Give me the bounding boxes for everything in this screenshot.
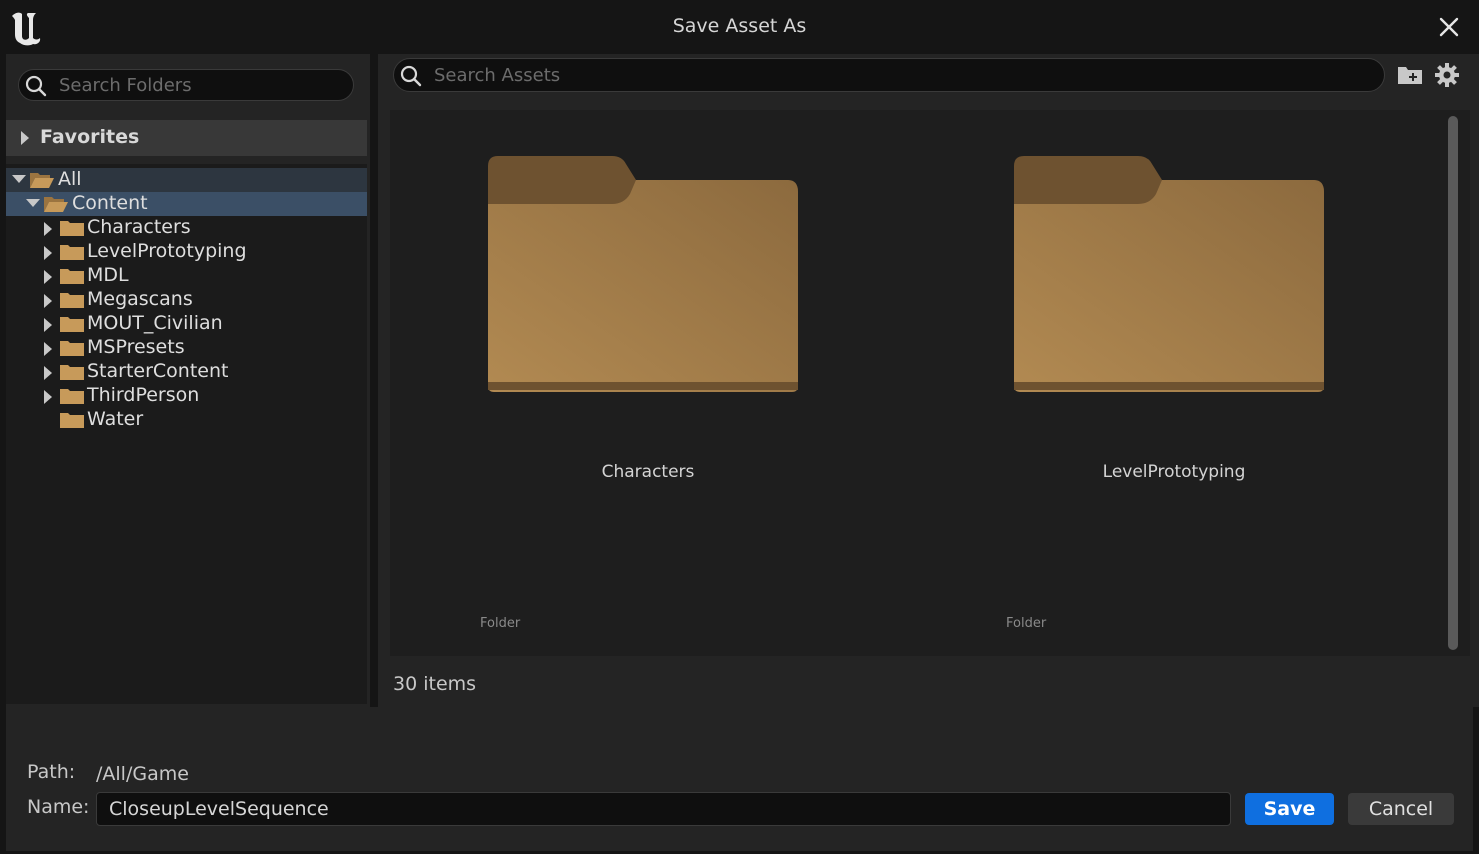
folder-icon xyxy=(60,269,84,284)
asset-tile-name: Characters xyxy=(601,462,695,482)
tree-item-levelprototyping[interactable]: LevelPrototyping xyxy=(6,240,367,264)
folders-panel: Favorites All Content Characters LevelPr… xyxy=(6,54,370,707)
tree-item-label: All xyxy=(58,168,82,190)
asset-tile-characters[interactable]: Characters Folder xyxy=(390,110,890,650)
chevron-right-icon[interactable] xyxy=(43,318,53,332)
tree-item-label: Megascans xyxy=(87,288,193,310)
tree-item-mspresets[interactable]: MSPresets xyxy=(6,336,367,360)
path-label: Path: xyxy=(27,761,76,783)
tree-item-label: Content xyxy=(72,192,148,214)
save-button[interactable]: Save xyxy=(1245,793,1334,825)
asset-tile-name: LevelPrototyping xyxy=(1102,462,1246,482)
tree-item-startercontent[interactable]: StarterContent xyxy=(6,360,367,384)
tree-item-label: StarterContent xyxy=(87,360,229,382)
search-icon xyxy=(400,65,422,87)
chevron-right-icon[interactable] xyxy=(43,294,53,308)
tree-item-label: Water xyxy=(87,408,144,430)
chevron-right-icon[interactable] xyxy=(43,270,53,284)
folder-icon xyxy=(60,389,84,404)
tree-item-mout-civilian[interactable]: MOUT_Civilian xyxy=(6,312,367,336)
folder-icon xyxy=(60,245,84,260)
window-title: Save Asset As xyxy=(672,15,807,37)
tree-item-thirdperson[interactable]: ThirdPerson xyxy=(6,384,367,408)
chevron-right-icon[interactable] xyxy=(43,366,53,380)
asset-name-input[interactable] xyxy=(96,792,1231,826)
folder-open-icon xyxy=(44,197,68,212)
vertical-scrollbar[interactable] xyxy=(1448,116,1458,650)
folder-icon xyxy=(488,156,798,392)
folder-icon xyxy=(1014,156,1324,392)
folder-tree: All Content Characters LevelPrototyping … xyxy=(6,164,367,704)
asset-tile-type: Folder xyxy=(1006,616,1047,631)
folder-icon xyxy=(60,317,84,332)
tree-item-label: LevelPrototyping xyxy=(87,240,247,262)
chevron-right-icon[interactable] xyxy=(43,246,53,260)
gear-icon[interactable] xyxy=(1434,62,1460,88)
tree-item-label: Characters xyxy=(87,216,191,238)
search-folders-box[interactable] xyxy=(18,69,354,101)
tree-item-megascans[interactable]: Megascans xyxy=(6,288,367,312)
tree-item-label: ThirdPerson xyxy=(87,384,200,406)
folder-icon xyxy=(60,413,84,428)
folder-icon xyxy=(60,293,84,308)
name-label: Name: xyxy=(27,796,90,818)
tree-item-content[interactable]: Content xyxy=(6,192,367,216)
asset-tile-levelprototyping[interactable]: LevelPrototyping Folder xyxy=(916,110,1416,650)
title-bar: Save Asset As xyxy=(0,0,1479,54)
tree-item-all[interactable]: All xyxy=(6,168,367,192)
path-value: /All/Game xyxy=(96,763,189,785)
item-count: 30 items xyxy=(393,673,477,695)
search-folders-input[interactable] xyxy=(59,72,339,98)
folder-icon xyxy=(60,341,84,356)
search-assets-input[interactable] xyxy=(434,62,1334,88)
cancel-button[interactable]: Cancel xyxy=(1348,793,1454,825)
folder-open-icon xyxy=(30,173,54,188)
tree-item-water[interactable]: Water xyxy=(6,408,367,432)
asset-grid: Characters Folder LevelPrototyping Folde… xyxy=(390,110,1470,656)
folder-icon xyxy=(60,365,84,380)
folder-icon xyxy=(60,221,84,236)
chevron-right-icon[interactable] xyxy=(43,222,53,236)
tree-item-label: MSPresets xyxy=(87,336,185,358)
chevron-right-icon[interactable] xyxy=(43,390,53,404)
chevron-down-icon[interactable] xyxy=(26,198,40,208)
close-icon[interactable] xyxy=(1437,15,1461,39)
save-footer: Path: /All/Game Name: Save Cancel xyxy=(6,707,1473,851)
chevron-right-icon[interactable] xyxy=(20,131,30,145)
asset-tile-type: Folder xyxy=(480,616,521,631)
chevron-down-icon[interactable] xyxy=(12,174,26,184)
favorites-section[interactable]: Favorites xyxy=(6,120,367,156)
folder-add-icon[interactable] xyxy=(1396,64,1424,86)
search-icon xyxy=(25,75,47,97)
tree-item-mdl[interactable]: MDL xyxy=(6,264,367,288)
tree-item-label: MOUT_Civilian xyxy=(87,312,223,334)
favorites-label: Favorites xyxy=(40,126,140,148)
search-assets-box[interactable] xyxy=(393,58,1385,92)
tree-item-label: MDL xyxy=(87,264,129,286)
chevron-right-icon[interactable] xyxy=(43,342,53,356)
tree-item-characters[interactable]: Characters xyxy=(6,216,367,240)
assets-panel: Characters Folder LevelPrototyping Folde… xyxy=(378,54,1479,707)
